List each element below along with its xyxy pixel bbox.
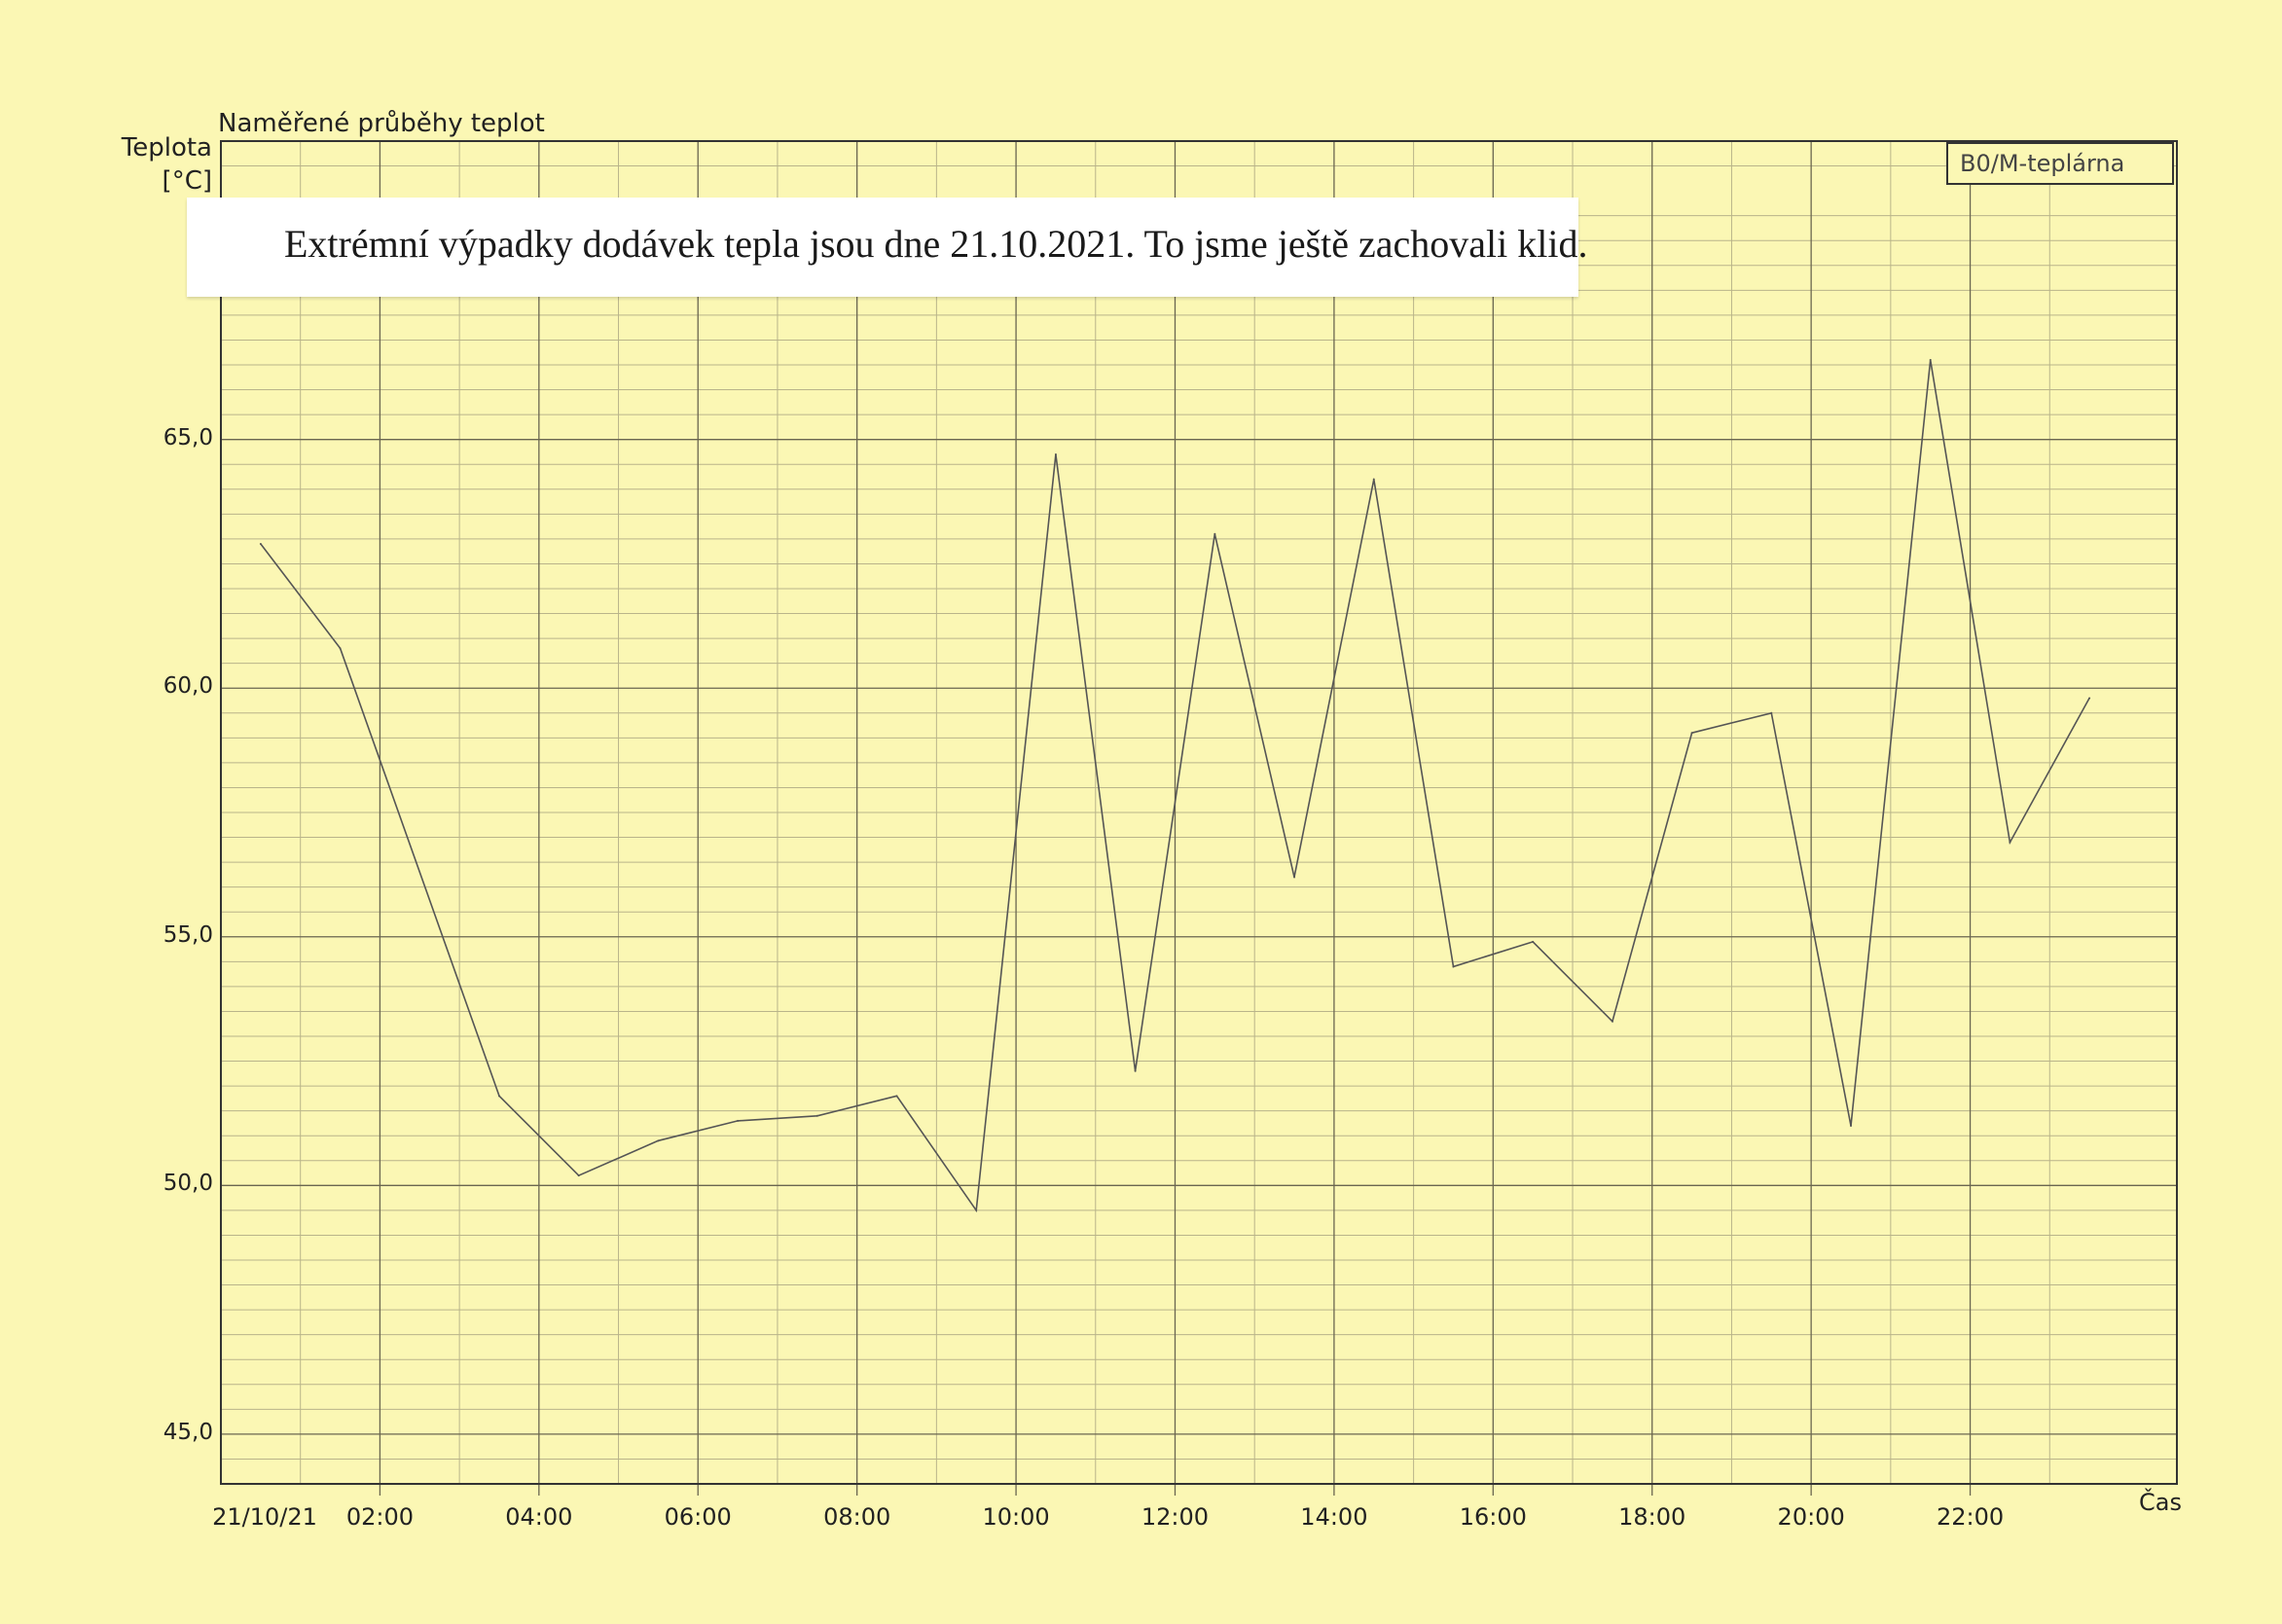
data-point [2088, 697, 2091, 700]
y-tick-label: 50,0 [163, 1171, 213, 1197]
data-point [1054, 453, 1057, 455]
x-tick-label: 18:00 [1618, 1503, 1686, 1531]
data-point [975, 1209, 978, 1211]
x-tick-label: 12:00 [1141, 1503, 1210, 1531]
x-tick-label: 16:00 [1459, 1503, 1527, 1531]
data-point [1770, 711, 1773, 714]
x-tick-label: 10:00 [982, 1503, 1050, 1531]
data-point [1690, 732, 1693, 735]
data-point [1611, 1020, 1613, 1023]
data-point [577, 1174, 580, 1177]
x-tick-label: 14:00 [1300, 1503, 1368, 1531]
y-tick-label: 55,0 [163, 921, 213, 948]
data-point [1929, 358, 1932, 361]
x-tick-label: 20:00 [1777, 1503, 1845, 1531]
annotation-box: Extrémní výpadky dodávek tepla jsou dne … [187, 198, 1588, 297]
x-tick-label: 04:00 [505, 1503, 573, 1531]
data-point [657, 1139, 660, 1142]
x-tick-label: 22:00 [1936, 1503, 2005, 1531]
x-tick-label: 08:00 [823, 1503, 891, 1531]
y-axis-label-line: Teplota [121, 133, 212, 162]
data-point [1293, 876, 1296, 879]
y-axis-label-line: [°C] [162, 166, 212, 196]
data-point [737, 1119, 740, 1122]
data-point [2009, 841, 2011, 844]
data-point [339, 647, 342, 650]
y-tick-label: 65,0 [163, 424, 213, 451]
data-point [497, 1095, 500, 1098]
data-point [1452, 965, 1455, 968]
x-axis-label: Čas [2139, 1489, 2182, 1516]
data-point [1213, 532, 1216, 535]
data-point [895, 1095, 898, 1098]
y-axis-label: Teplota [°C] [115, 131, 212, 198]
annotation-text: Extrémní výpadky dodávek tepla jsou dne … [284, 222, 1588, 266]
data-point [815, 1114, 818, 1117]
data-point [1134, 1069, 1137, 1072]
legend-entry: B0/M-teplárna [1946, 142, 2174, 185]
data-point [1372, 478, 1375, 481]
y-tick-label: 60,0 [163, 673, 213, 700]
data-point [1532, 940, 1535, 943]
data-point [259, 543, 262, 545]
x-tick-label: 02:00 [345, 1503, 414, 1531]
x-tick-label: 06:00 [664, 1503, 732, 1531]
y-tick-label: 45,0 [163, 1419, 213, 1445]
data-point [1850, 1125, 1852, 1127]
chart-title: Naměřené průběhy teplot [218, 109, 545, 138]
